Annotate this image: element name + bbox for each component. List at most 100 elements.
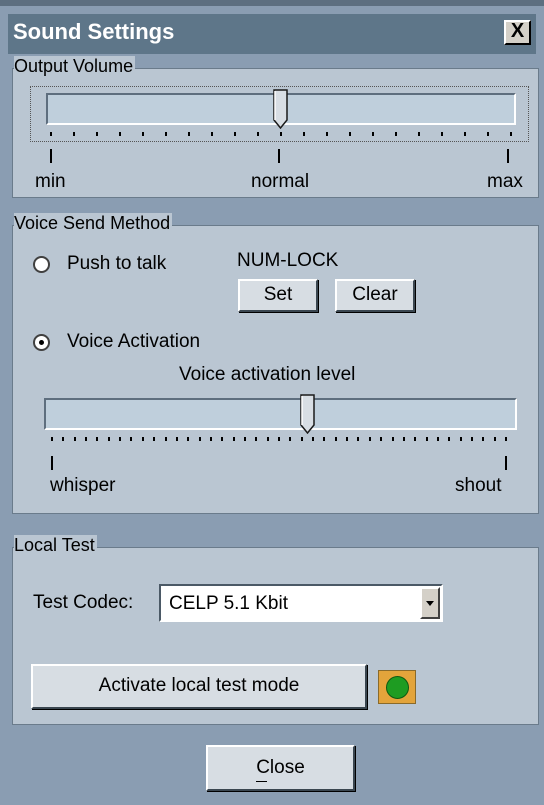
- tick-mark: [289, 437, 291, 441]
- tick-mark: [142, 132, 144, 136]
- tick-mark: [441, 132, 443, 136]
- tick-mark: [267, 437, 269, 441]
- test-codec-label: Test Codec:: [33, 592, 134, 613]
- tick-mark: [244, 437, 246, 441]
- tick-mark: [221, 437, 223, 441]
- tick-mark: [255, 437, 257, 441]
- tick-mark: [210, 437, 212, 441]
- whisper-label: whisper: [50, 475, 116, 496]
- output-volume-group: Output Volume min normal max: [12, 56, 539, 198]
- tick-mark: [494, 437, 496, 441]
- tick-mark: [96, 132, 98, 136]
- tick-mark: [487, 132, 489, 136]
- tick-mark: [346, 437, 348, 441]
- voice-send-group: Voice Send Method Push to talk NUM-LOCK …: [12, 213, 539, 514]
- tick-mark: [471, 437, 473, 441]
- tick-mark: [73, 132, 75, 136]
- clear-button-label: Clear: [352, 284, 398, 305]
- tick-mark: [464, 132, 466, 136]
- max-mark: [507, 149, 509, 163]
- activate-local-test-button[interactable]: Activate local test mode: [31, 664, 367, 709]
- tick-mark: [448, 437, 450, 441]
- tick-mark: [460, 437, 462, 441]
- min-label: min: [35, 171, 66, 192]
- dropdown-arrow-icon[interactable]: [420, 587, 440, 619]
- hotkey-label: NUM-LOCK: [237, 250, 339, 271]
- set-button-label: Set: [263, 284, 293, 305]
- voice-activation-level-caption: Voice activation level: [179, 364, 356, 385]
- tick-mark: [50, 132, 52, 136]
- tick-mark: [199, 437, 201, 441]
- test-status-indicator: [378, 670, 416, 704]
- tick-mark: [257, 132, 259, 136]
- tick-mark: [96, 437, 98, 441]
- tick-mark: [482, 437, 484, 441]
- tick-mark: [165, 437, 167, 441]
- title-bar[interactable]: Sound Settings X: [8, 14, 536, 54]
- tick-mark: [426, 437, 428, 441]
- tick-mark: [85, 437, 87, 441]
- tick-mark: [357, 437, 359, 441]
- normal-mark: [278, 149, 280, 163]
- tick-mark: [312, 437, 314, 441]
- slider-thumb-icon: [273, 89, 288, 130]
- close-button-label: Close: [256, 757, 305, 778]
- close-underline: [256, 781, 267, 782]
- tick-mark: [380, 437, 382, 441]
- tick-mark: [280, 132, 282, 136]
- tick-mark: [62, 437, 64, 441]
- tick-mark: [119, 437, 121, 441]
- tick-mark: [211, 132, 213, 136]
- min-mark: [50, 149, 52, 163]
- radio-selected-icon: [33, 334, 50, 351]
- tick-mark: [119, 132, 121, 136]
- tick-mark: [234, 132, 236, 136]
- tick-mark: [153, 437, 155, 441]
- max-label: max: [487, 171, 523, 192]
- close-icon[interactable]: X: [504, 20, 531, 45]
- close-button[interactable]: Close: [206, 745, 355, 791]
- voice-activation-ticks: [51, 437, 507, 447]
- tick-mark: [74, 437, 76, 441]
- tick-mark: [233, 437, 235, 441]
- shout-label: shout: [455, 475, 502, 496]
- tick-mark: [278, 437, 280, 441]
- tick-mark: [176, 437, 178, 441]
- tick-mark: [392, 437, 394, 441]
- tick-mark: [369, 437, 371, 441]
- slider-thumb-icon: [300, 394, 315, 435]
- voice-activation-radio[interactable]: Voice Activation: [33, 331, 233, 355]
- voice-send-legend: Voice Send Method: [14, 213, 173, 234]
- clear-button[interactable]: Clear: [335, 279, 415, 312]
- set-button[interactable]: Set: [238, 279, 318, 312]
- tick-mark: [418, 132, 420, 136]
- tick-mark: [349, 132, 351, 136]
- test-codec-value: CELP 5.1 Kbit: [169, 593, 289, 614]
- output-volume-thumb[interactable]: [273, 89, 288, 130]
- whisper-mark: [51, 456, 53, 470]
- tick-mark: [510, 132, 512, 136]
- output-volume-legend: Output Volume: [14, 56, 136, 77]
- tick-mark: [323, 437, 325, 441]
- tick-mark: [187, 437, 189, 441]
- shout-mark: [505, 456, 507, 470]
- tick-mark: [188, 132, 190, 136]
- voice-activation-thumb[interactable]: [300, 394, 315, 435]
- tick-mark: [395, 132, 397, 136]
- window-title: Sound Settings: [13, 19, 175, 44]
- local-test-legend: Local Test: [14, 535, 97, 556]
- tick-mark: [303, 132, 305, 136]
- tick-mark: [372, 132, 374, 136]
- push-to-talk-label: Push to talk: [67, 253, 167, 274]
- voice-activation-track[interactable]: [44, 398, 517, 430]
- normal-label: normal: [251, 171, 310, 192]
- output-volume-ticks: [50, 132, 512, 142]
- activate-local-test-label: Activate local test mode: [98, 675, 300, 696]
- tick-mark: [414, 437, 416, 441]
- test-codec-select[interactable]: CELP 5.1 Kbit: [159, 584, 443, 622]
- status-led-icon: [386, 676, 409, 699]
- tick-mark: [403, 437, 405, 441]
- tick-mark: [108, 437, 110, 441]
- push-to-talk-radio[interactable]: Push to talk: [33, 253, 193, 277]
- tick-mark: [165, 132, 167, 136]
